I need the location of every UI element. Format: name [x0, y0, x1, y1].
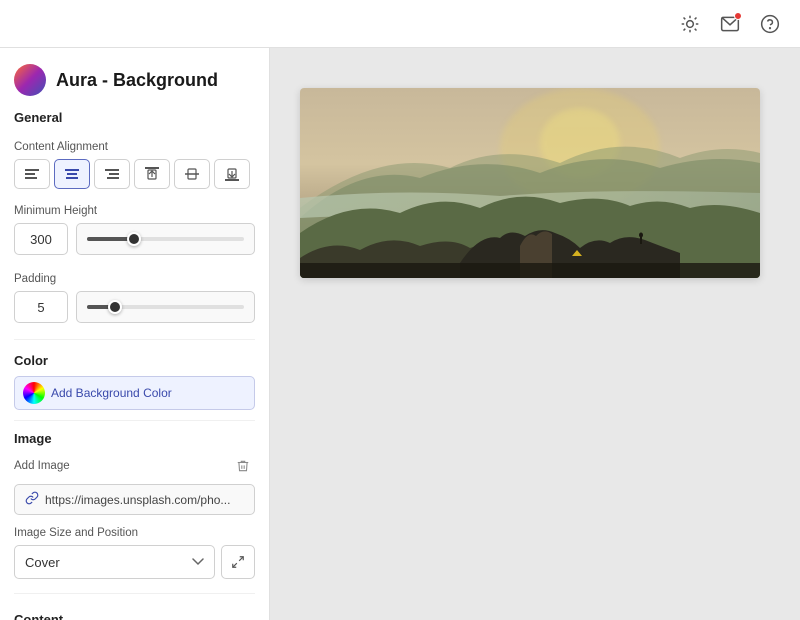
- help-icon[interactable]: [756, 10, 784, 38]
- image-size-select[interactable]: Cover Contain Auto Fill: [14, 545, 215, 579]
- image-size-select-row: Cover Contain Auto Fill: [14, 545, 255, 579]
- add-image-label: Add Image: [14, 460, 70, 472]
- color-wheel-icon: [23, 382, 45, 404]
- content-alignment-label: Content Alignment: [0, 135, 269, 159]
- link-icon: [25, 491, 39, 508]
- padding-row: [0, 291, 269, 335]
- alignment-buttons-row: [0, 159, 269, 199]
- content-section-title: Content: [14, 612, 255, 620]
- padding-slider[interactable]: [87, 305, 244, 309]
- mail-icon[interactable]: [716, 10, 744, 38]
- add-color-label: Add Background Color: [51, 386, 172, 400]
- sun-icon[interactable]: [676, 10, 704, 38]
- padding-input[interactable]: [14, 291, 68, 323]
- main-layout: Aura - Background General Content Alignm…: [0, 48, 800, 620]
- align-left-btn[interactable]: [14, 159, 50, 189]
- image-size-label: Image Size and Position: [14, 527, 255, 539]
- min-height-slider[interactable]: [87, 237, 244, 241]
- topbar: [0, 0, 800, 48]
- add-background-color-btn[interactable]: Add Background Color: [14, 376, 255, 410]
- expand-btn[interactable]: [221, 545, 255, 579]
- preview-image: [300, 88, 760, 278]
- delete-image-btn[interactable]: [231, 454, 255, 478]
- image-section-title: Image: [14, 431, 255, 446]
- content-section: Content Text +: [0, 598, 269, 620]
- align-top-btn[interactable]: [134, 159, 170, 189]
- min-height-row: [0, 223, 269, 267]
- left-panel: Aura - Background General Content Alignm…: [0, 48, 270, 620]
- image-url-text: https://images.unsplash.com/pho...: [45, 493, 244, 507]
- add-image-row: Add Image: [14, 454, 255, 478]
- color-section-title: Color: [14, 353, 48, 368]
- image-section: Image Add Image: [0, 425, 269, 583]
- right-preview-panel: [270, 48, 800, 620]
- align-bottom-btn[interactable]: [214, 159, 250, 189]
- min-height-label: Minimum Height: [0, 199, 269, 223]
- general-section-label: General: [0, 106, 269, 135]
- align-center-btn[interactable]: [54, 159, 90, 189]
- panel-title: Aura - Background: [56, 70, 218, 91]
- padding-label: Padding: [0, 267, 269, 291]
- app-logo: [14, 64, 46, 96]
- min-height-input[interactable]: [14, 223, 68, 255]
- mail-badge: [734, 12, 742, 20]
- align-middle-btn[interactable]: [174, 159, 210, 189]
- align-right-btn[interactable]: [94, 159, 130, 189]
- image-url-row: https://images.unsplash.com/pho...: [14, 484, 255, 515]
- panel-header: Aura - Background: [0, 48, 269, 106]
